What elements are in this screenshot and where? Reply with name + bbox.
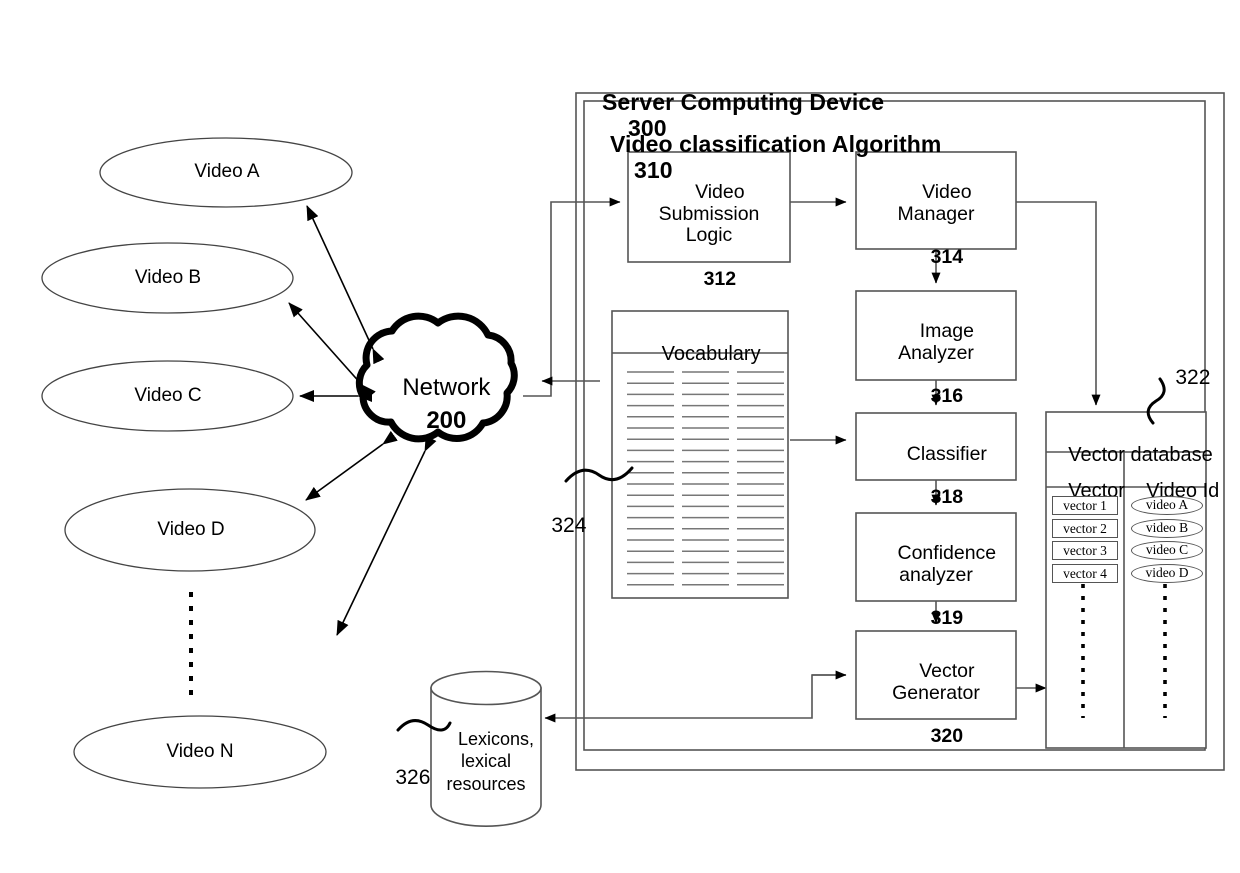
vector-database-ref-322: 322	[1175, 365, 1211, 389]
vocabulary-title: Vocabulary	[661, 343, 761, 366]
video-manager-label: Video Manager 314	[897, 180, 975, 269]
algorithm-title-text: Video classification Algorithm	[609, 130, 942, 157]
vdb-video-cell: video C	[1131, 541, 1203, 560]
vdb-video-cell: video D	[1131, 563, 1203, 583]
ref-319: 319	[930, 607, 964, 630]
connector-manager-to-vector-database	[1016, 201, 1101, 406]
video-b-label: Video B	[134, 267, 202, 288]
vdb-vector-cell: vector 4	[1052, 563, 1118, 583]
network-ref: 200	[426, 406, 467, 434]
ref-316: 316	[930, 385, 964, 408]
vdb-video-cell: video B	[1131, 518, 1203, 538]
ref-318: 318	[930, 486, 964, 509]
vdb-vector-cell: vector 1	[1052, 496, 1118, 515]
video-d-label: Video D	[157, 519, 225, 540]
ref-312: 312	[703, 268, 737, 291]
image-analyzer-label: Image Analyzer 316	[898, 319, 974, 408]
video-submission-logic-label: Video Submission Logic 312	[658, 180, 760, 291]
diagram-canvas: Server Computing Device 300 Video classi…	[0, 0, 1240, 873]
lexicons-ref-326: 326	[395, 765, 431, 789]
vector-generator-label: Vector Generator 320	[892, 659, 980, 748]
ref-320: 320	[930, 725, 964, 748]
arrow-cloud-video-n	[336, 435, 437, 636]
video-c-label: Video C	[134, 385, 202, 406]
video-n-label: Video N	[166, 741, 234, 762]
vdb-vector-cell: vector 2	[1052, 518, 1118, 538]
vdb-vector-cell: vector 3	[1052, 541, 1118, 560]
vdb-column-header-vector: Vector	[1068, 480, 1125, 503]
connector-cloud-to-submission	[523, 197, 621, 397]
vdb-video-cell: video A	[1131, 496, 1203, 515]
classifier-label: Classifier 318	[906, 442, 987, 509]
lexicons-label: Lexicons, lexical resources	[446, 728, 535, 794]
lexicons-cylinder-top	[430, 670, 542, 706]
confidence-analyzer-label: Confidence analyzer 319	[897, 541, 997, 630]
vocabulary-ref-324: 324	[551, 513, 587, 537]
arrow-cloud-video-a	[306, 205, 385, 365]
video-a-label: Video A	[194, 161, 260, 182]
connector-to-lexicons	[544, 674, 846, 723]
vdb-column-header-video-id: Video Id	[1146, 480, 1220, 503]
ref-314: 314	[930, 246, 964, 269]
